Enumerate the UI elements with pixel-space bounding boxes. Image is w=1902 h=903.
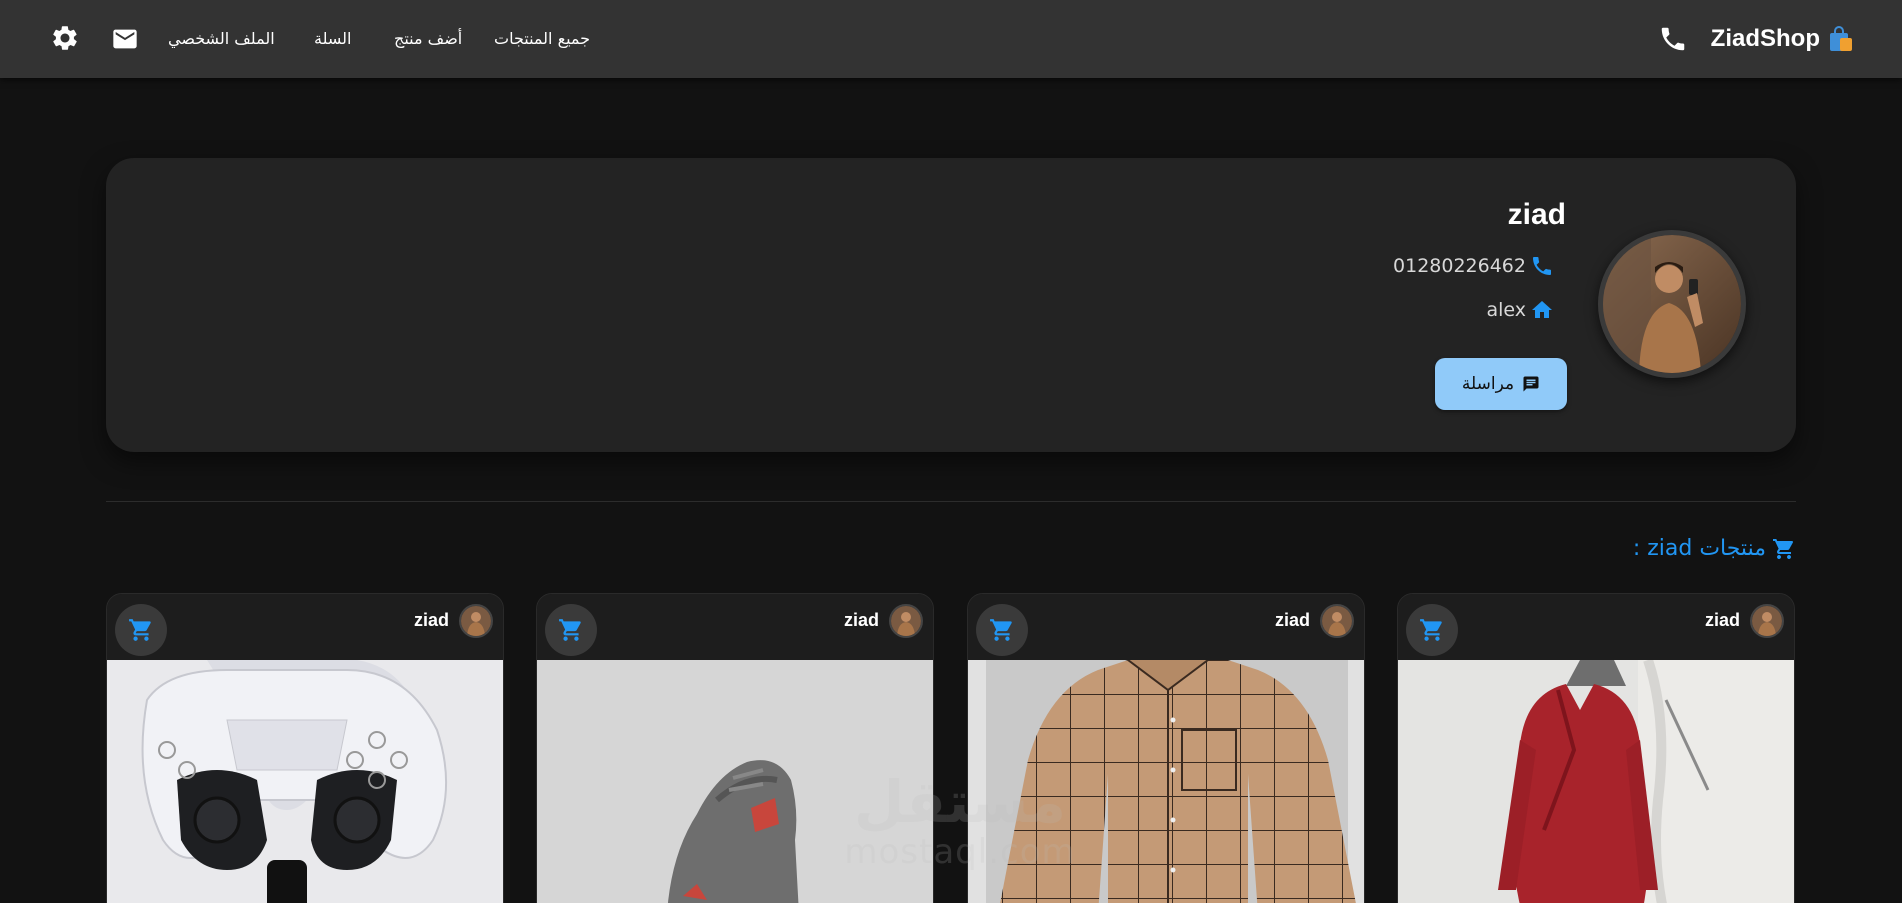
profile-avatar	[1598, 230, 1746, 378]
watermark: مستقل mostaql.com	[830, 770, 1090, 880]
product-card-header: ziad	[1398, 594, 1794, 660]
phone-icon	[1533, 257, 1551, 275]
add-to-cart-button[interactable]	[545, 604, 597, 656]
cart-icon	[1420, 619, 1442, 641]
section-title: منتجات ziad :	[1633, 536, 1796, 561]
product-image[interactable]	[1398, 660, 1794, 903]
cart-icon	[990, 619, 1012, 641]
add-to-cart-button[interactable]	[115, 604, 167, 656]
product-owner-avatar	[889, 604, 923, 638]
product-image[interactable]	[107, 660, 503, 903]
product-owner-name: ziad	[1704, 610, 1740, 630]
profile-phone: 01280226462	[1393, 254, 1554, 278]
divider	[106, 501, 1796, 502]
profile-card: ziad 01280226462 alex مراسلة	[106, 158, 1796, 452]
product-owner-name: ziad	[843, 610, 879, 630]
profile-city-text: alex	[1486, 299, 1526, 321]
add-to-cart-button[interactable]	[1406, 604, 1458, 656]
brand[interactable]: ZiadShop	[1711, 22, 1854, 56]
message-button-label: مراسلة	[1461, 374, 1515, 394]
shopping-bag-icon	[1830, 26, 1852, 51]
product-owner-name: ziad	[1274, 610, 1310, 630]
profile-city: alex	[1486, 298, 1554, 322]
product-owner-name: ziad	[413, 610, 449, 630]
nav-cart[interactable]: السلة	[314, 24, 351, 54]
chat-icon	[1523, 376, 1539, 392]
gear-icon[interactable]	[50, 23, 80, 53]
product-owner-avatar	[1750, 604, 1784, 638]
mail-icon[interactable]	[110, 25, 140, 53]
phone-icon[interactable]	[1658, 24, 1688, 54]
profile-name: ziad	[1507, 198, 1566, 231]
cart-icon	[559, 619, 581, 641]
nav-profile[interactable]: الملف الشخصي	[168, 24, 275, 54]
section-title-text: منتجات ziad :	[1632, 536, 1766, 561]
product-card[interactable]: ziad	[106, 593, 504, 903]
watermark-latin: mostaql.com	[844, 832, 1076, 872]
nav-add-product[interactable]: أضف منتج	[394, 24, 462, 54]
profile-phone-text: 01280226462	[1393, 255, 1526, 277]
brand-name: ZiadShop	[1710, 25, 1820, 52]
cart-icon	[129, 619, 151, 641]
cart-icon	[1773, 538, 1793, 559]
product-owner-avatar	[459, 604, 493, 638]
product-owner-avatar	[1320, 604, 1354, 638]
home-icon	[1532, 301, 1552, 318]
nav-all-products[interactable]: جميع المنتجات	[494, 24, 590, 54]
product-card-header: ziad	[968, 594, 1364, 660]
top-app-bar: ZiadShop جميع المنتجات أضف منتج السلة ال…	[0, 0, 1902, 78]
product-card[interactable]: ziad	[1397, 593, 1795, 903]
product-card-header: ziad	[107, 594, 503, 660]
add-to-cart-button[interactable]	[976, 604, 1028, 656]
watermark-arabic: مستقل	[853, 768, 1067, 836]
message-button[interactable]: مراسلة	[1435, 358, 1567, 410]
product-card-header: ziad	[537, 594, 933, 660]
